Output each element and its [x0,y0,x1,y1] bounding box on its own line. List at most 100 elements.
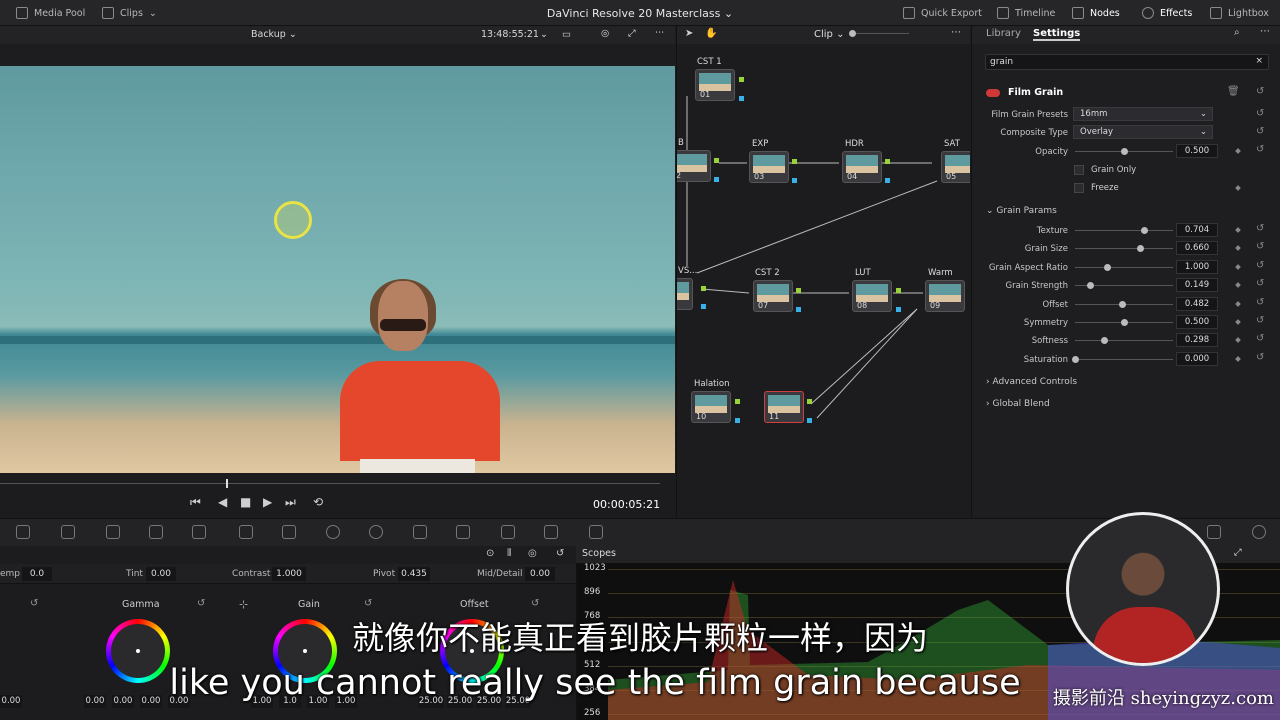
clips-button[interactable]: Clips ⌄ [102,0,157,26]
grain-only-checkbox[interactable] [1074,165,1084,175]
param-value[interactable]: 0.500 [1176,315,1218,329]
node-04[interactable]: 04 [842,151,882,183]
tab-library[interactable]: Library [986,28,1021,39]
global-blend-section[interactable]: › Global Blend [986,399,1050,409]
keyframe-icon[interactable] [1235,227,1241,233]
sizing-icon[interactable] [544,525,558,539]
log-mode-icon[interactable]: ◎ [528,548,537,559]
info-icon[interactable] [1252,525,1266,539]
keyframe-icon[interactable] [1235,245,1241,251]
param-value[interactable]: 0.149 [1176,278,1218,292]
nodes-button[interactable]: Nodes [1072,0,1120,26]
first-frame-icon[interactable]: ⏮ [190,495,201,510]
keyframe-icon[interactable] [1235,301,1241,307]
effect-enable-toggle[interactable] [986,89,1000,97]
reset-icon[interactable]: ↺ [1256,352,1264,363]
tracker-icon[interactable] [369,525,383,539]
reset-icon[interactable]: ↺ [30,598,38,609]
keyframe-icon[interactable] [1235,356,1241,362]
expand-icon[interactable]: ⤢ [1234,547,1242,558]
node-07[interactable]: 07 [753,280,793,312]
param-value[interactable]: 1.000 [1176,260,1218,274]
gallery-icon[interactable]: ◎ [601,28,609,39]
video-viewer[interactable] [0,66,675,473]
param-value[interactable]: 0.660 [1176,241,1218,255]
reset-icon[interactable]: ↺ [531,598,539,609]
media-pool-button[interactable]: Media Pool [16,0,85,26]
loop-icon[interactable]: ⟲ [313,495,323,509]
param-value[interactable]: 0.482 [1176,297,1218,311]
last-frame-icon[interactable]: ⏭ [285,495,296,510]
reset-icon[interactable]: ↺ [1256,278,1264,289]
param-slider-knob[interactable] [1119,301,1126,308]
bars-mode-icon[interactable]: ⦀ [507,548,511,559]
keyframe-icon[interactable] [1235,148,1241,154]
reset-icon[interactable]: ↺ [364,598,372,609]
temp-value[interactable]: 0.0 [22,567,52,581]
timeline-button[interactable]: Timeline [997,0,1055,26]
reset-icon[interactable]: ↺ [1256,223,1264,234]
clear-icon[interactable]: × [1255,56,1263,66]
param-slider-knob[interactable] [1141,227,1148,234]
param-slider[interactable] [1075,248,1173,249]
reset-icon[interactable]: ↺ [1256,126,1264,137]
param-slider-knob[interactable] [1104,264,1111,271]
node-editor[interactable]: ➤ ✋ Clip ⌄ ⋯ CST 1 01 B 2 EXP 03 HDR 04 … [676,26,970,517]
opacity-value[interactable]: 0.500 [1176,144,1218,158]
grain-params-section[interactable]: ⌄ Grain Params [986,206,1057,216]
scopes-icon[interactable] [1207,525,1221,539]
tint-value[interactable]: 0.00 [146,567,176,581]
node-10[interactable]: 10 [691,391,731,423]
node-02[interactable]: 2 [677,150,711,182]
contrast-value[interactable]: 1.000 [272,567,306,581]
param-slider[interactable] [1075,267,1173,268]
reset-icon[interactable]: ↺ [1256,315,1264,326]
tab-settings[interactable]: Settings [1033,28,1081,41]
keyframe-icon[interactable] [1235,337,1241,343]
node-11-selected[interactable]: 11 [764,391,804,423]
rgb-mixer-icon[interactable] [61,525,75,539]
middetail-value[interactable]: 0.00 [525,567,555,581]
curves-icon[interactable] [149,525,163,539]
composite-type-dropdown[interactable]: Overlay ⌄ [1073,125,1213,139]
reset-icon[interactable]: ↺ [1256,86,1264,97]
play-reverse-icon[interactable]: ◀ [218,495,227,509]
qualifier-icon[interactable] [239,525,253,539]
search-icon[interactable]: ⌕ [1234,27,1240,38]
primaries-mode-icon[interactable]: ⊙ [486,548,494,559]
quick-export-button[interactable]: Quick Export [903,0,982,26]
keyframe-icon[interactable] [1235,185,1241,191]
param-slider-knob[interactable] [1121,319,1128,326]
presets-dropdown[interactable]: 16mm ⌄ [1073,107,1213,121]
keyframe-icon[interactable] [1235,319,1241,325]
viewer-options-icon[interactable]: ▭ [562,29,571,40]
param-slider-knob[interactable] [1072,356,1079,363]
node-06[interactable] [677,278,693,310]
reset-icon[interactable]: ↺ [1256,241,1264,252]
reset-icon[interactable]: ↺ [1256,333,1264,344]
node-03[interactable]: 03 [749,151,789,183]
param-value[interactable]: 0.704 [1176,223,1218,237]
more-options-icon[interactable]: ⋯ [1260,26,1270,37]
reset-icon[interactable]: ↺ [1256,297,1264,308]
fullscreen-icon[interactable]: ⤢ [628,28,636,39]
pivot-value[interactable]: 0.435 [398,567,430,581]
playhead[interactable] [226,479,228,488]
param-value[interactable]: 0.298 [1176,333,1218,347]
reset-icon[interactable]: ↺ [1256,144,1264,155]
reset-icon[interactable]: ↺ [197,598,205,609]
param-value[interactable]: 0.000 [1176,352,1218,366]
opacity-knob[interactable] [1121,148,1128,155]
param-slider-knob[interactable] [1137,245,1144,252]
magic-mask-icon[interactable] [413,525,427,539]
param-slider-knob[interactable] [1101,337,1108,344]
reset-icon[interactable]: ↺ [1256,108,1264,119]
lightbox-button[interactable]: Lightbox [1210,0,1269,26]
freeze-checkbox[interactable] [1074,183,1084,193]
scrubber-bar[interactable] [0,483,660,484]
param-slider-knob[interactable] [1087,282,1094,289]
reset-icon[interactable]: ↺ [1256,260,1264,271]
advanced-controls-section[interactable]: › Advanced Controls [986,377,1077,387]
reset-icon[interactable]: ↺ [556,548,564,559]
node-01[interactable]: 01 [695,69,735,101]
